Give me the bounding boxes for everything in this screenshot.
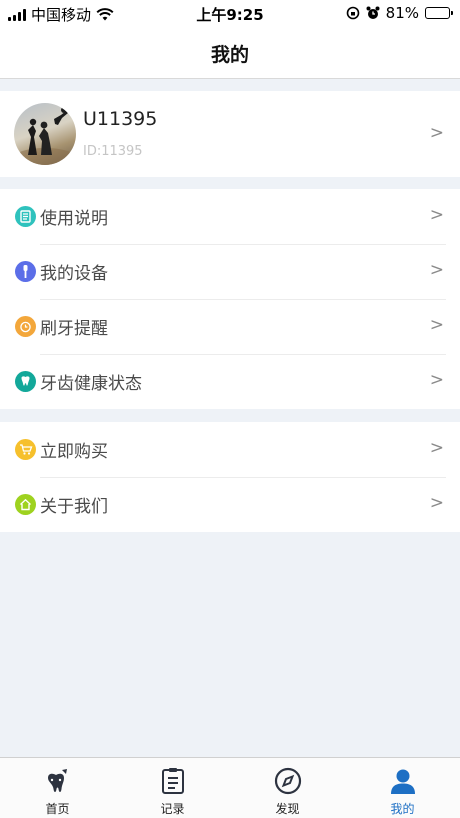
nav-header: 我的: [0, 26, 460, 79]
tooth-icon: [15, 371, 36, 392]
avatar[interactable]: [14, 103, 76, 165]
tab-label: 记录: [160, 802, 185, 816]
rotation-lock-icon: [346, 6, 359, 20]
battery-percent: 81%: [385, 4, 419, 22]
menu-item-buy-now[interactable]: 立即购买 >: [0, 422, 460, 477]
menu-item-manual[interactable]: 使用说明 >: [0, 189, 460, 244]
chevron-right-icon: >: [429, 370, 444, 390]
menu-item-about-us[interactable]: 关于我们 >: [0, 477, 460, 532]
tab-discover[interactable]: 发现: [230, 758, 345, 818]
compass-icon: [274, 767, 301, 795]
user-id: ID:11395: [83, 144, 143, 159]
menu-item-label: 我的设备: [40, 264, 108, 284]
user-icon: [390, 769, 415, 794]
clipboard-icon: [161, 768, 184, 794]
menu-group-primary: 使用说明 > 我的设备 > 刷牙提醒 > 牙齿健康状态 >: [0, 189, 460, 409]
home-icon: [15, 494, 36, 515]
menu-group-secondary: 立即购买 > 关于我们 >: [0, 422, 460, 532]
tab-records[interactable]: 记录: [115, 758, 230, 818]
tab-label: 发现: [275, 802, 300, 816]
alarm-clock-icon: [366, 6, 380, 19]
status-right: 81%: [346, 4, 453, 22]
menu-item-label: 立即购买: [40, 442, 108, 462]
menu-item-my-device[interactable]: 我的设备 >: [0, 244, 460, 299]
tab-bar: 首页 记录 发现 我的: [0, 757, 460, 818]
page-title: 我的: [210, 44, 249, 66]
tab-label: 我的: [390, 802, 415, 816]
chevron-right-icon: >: [429, 493, 444, 513]
avatar-silhouette-icon: [15, 107, 75, 165]
chevron-right-icon: >: [429, 260, 444, 280]
chevron-right-icon: >: [429, 438, 444, 458]
menu-item-brushing-reminder[interactable]: 刷牙提醒 >: [0, 299, 460, 354]
menu-item-label: 刷牙提醒: [40, 319, 108, 339]
toothbrush-icon: [15, 261, 36, 282]
profile-card[interactable]: U11395 ID:11395 >: [0, 91, 460, 177]
chevron-right-icon: >: [429, 205, 444, 225]
status-bar: 中国移动 上午9:25 81%: [0, 0, 460, 26]
tab-label: 首页: [45, 802, 70, 816]
profile-chevron-icon: >: [429, 123, 444, 143]
menu-item-label: 牙齿健康状态: [40, 374, 142, 394]
cart-icon: [15, 439, 36, 460]
tooth-brush-home-icon: [47, 769, 67, 792]
tab-mine[interactable]: 我的: [345, 758, 460, 818]
chevron-right-icon: >: [429, 315, 444, 335]
menu-item-label: 使用说明: [40, 209, 108, 229]
alarm-icon: [15, 316, 36, 337]
menu-item-tooth-health[interactable]: 牙齿健康状态 >: [0, 354, 460, 409]
battery-icon: [425, 7, 453, 19]
menu-item-label: 关于我们: [40, 497, 108, 517]
tab-home[interactable]: 首页: [0, 758, 115, 818]
manual-icon: [15, 206, 36, 227]
user-name: U11395: [83, 108, 158, 130]
